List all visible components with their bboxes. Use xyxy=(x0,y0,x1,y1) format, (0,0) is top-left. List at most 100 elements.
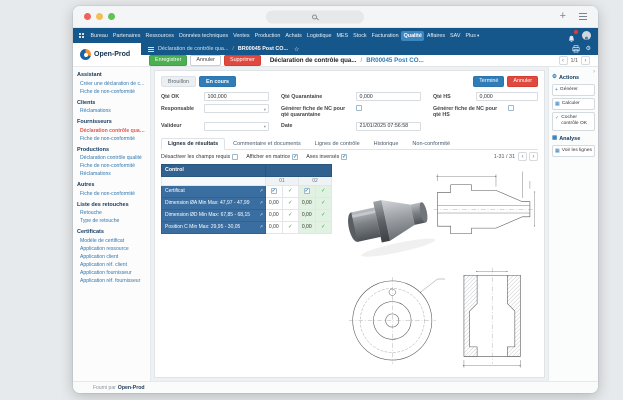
delete-button[interactable]: Supprimer xyxy=(223,54,261,67)
sidebar-item-fiche-nc-autres[interactable]: Fiche de non-conformité xyxy=(77,190,146,198)
sidebar-item-application-ref-client[interactable]: Application réf. client xyxy=(77,261,146,269)
previous-record-button[interactable]: ‹ xyxy=(558,56,568,65)
qty-hs-input[interactable]: 0,000 xyxy=(476,92,538,101)
matrix-cell[interactable]: 0,00 xyxy=(298,220,316,234)
generate-nc-quarantine-checkbox[interactable] xyxy=(356,105,362,111)
validator-select[interactable]: ▾ xyxy=(204,121,269,131)
nav-item-donnees-techniques[interactable]: Données techniques xyxy=(176,31,230,41)
nav-item-ressources[interactable]: Ressources xyxy=(143,31,176,41)
nav-item-achats[interactable]: Achats xyxy=(283,31,304,41)
nav-item-facturation[interactable]: Facturation xyxy=(369,31,401,41)
nav-item-production[interactable]: Production xyxy=(252,31,283,41)
sidebar-item-fiche-nc-assistant[interactable]: Fiche de non-conformité xyxy=(77,88,146,96)
matrix-cell[interactable]: 0,00 xyxy=(298,208,316,222)
apps-grid-icon[interactable] xyxy=(79,33,84,38)
sidebar-item-application-client[interactable]: Application client xyxy=(77,253,146,261)
notifications-bell-icon[interactable] xyxy=(567,30,578,43)
generate-button[interactable]: + Générer xyxy=(552,84,595,97)
tab-commentaire-et-documents[interactable]: Commentaire et documents xyxy=(227,139,307,149)
sidebar-item-type-retouche[interactable]: Type de retouche xyxy=(77,217,146,225)
status-pill-en-cours[interactable]: En cours xyxy=(198,76,237,87)
sidebar-item-fiche-nc-productions[interactable]: Fiche de non-conformité xyxy=(77,162,146,170)
tab-lignes-de-resultats[interactable]: Lignes de résultats xyxy=(161,137,226,150)
nav-item-partenaires[interactable]: Partenaires xyxy=(110,31,143,41)
browser-menu-icon[interactable] xyxy=(579,13,587,20)
view-lines-button[interactable]: ▦ Voir les lignes xyxy=(552,144,595,157)
nav-item-qualite[interactable]: Qualité xyxy=(401,30,425,41)
control-ok-cell[interactable]: ✓ xyxy=(314,220,332,234)
control-ok-cell[interactable]: ✓ xyxy=(314,208,332,222)
collapse-panel-icon[interactable]: › xyxy=(593,69,595,75)
maximize-window-button[interactable] xyxy=(108,13,115,20)
collapse-menu-icon[interactable] xyxy=(148,46,154,53)
tab-lignes-de-controle[interactable]: Lignes de contrôle xyxy=(309,139,366,149)
mark-done-button[interactable]: Terminé xyxy=(473,75,505,88)
open-record-icon[interactable]: ↗ xyxy=(259,224,263,230)
qty-quarantine-input[interactable]: 0,000 xyxy=(356,92,421,101)
sidebar-item-reclamations-clients[interactable]: Réclamations xyxy=(77,107,146,115)
nav-item-mes[interactable]: MES xyxy=(334,31,351,41)
nav-item-ventes[interactable]: Ventes xyxy=(231,31,253,41)
nav-item-plus[interactable]: Plus▾ xyxy=(463,31,482,41)
inverted-axes-checkbox[interactable] xyxy=(341,154,348,161)
app-logo[interactable]: Open-Prod xyxy=(73,43,141,67)
sidebar-item-modele-certificat[interactable]: Modèle de certificat xyxy=(77,237,146,245)
control-ok-cell[interactable]: ✓ xyxy=(281,220,299,234)
sidebar-item-reclamations-productions[interactable]: Réclamations xyxy=(77,170,146,178)
sidebar-item-declaration-controle-qualite-fournisseurs[interactable]: Déclaration contrôle qualité xyxy=(77,127,146,135)
status-pill-brouillon[interactable]: Brouillon xyxy=(161,76,196,87)
date-input[interactable]: 21/01/2025 07:56:58 xyxy=(356,121,421,131)
matrix-cell[interactable]: 0,00 xyxy=(298,196,316,210)
control-ok-cell[interactable]: ✓ xyxy=(281,196,299,210)
control-ok-cell[interactable]: ✓ xyxy=(314,196,332,210)
next-record-button[interactable]: › xyxy=(581,56,590,65)
lines-previous-button[interactable]: ‹ xyxy=(518,152,527,162)
cancel-record-button[interactable]: Annuler xyxy=(507,75,538,88)
qty-ok-input[interactable]: 100,000 xyxy=(204,92,269,101)
settings-gear-icon[interactable]: ⚙ xyxy=(586,46,591,52)
close-window-button[interactable] xyxy=(84,13,91,20)
matrix-cell[interactable] xyxy=(265,184,283,198)
nav-item-sav[interactable]: SAV xyxy=(448,31,463,41)
open-record-icon[interactable]: ↗ xyxy=(259,188,263,194)
calculate-button[interactable]: ▦ Calculer xyxy=(552,98,595,111)
certificate-checkbox[interactable] xyxy=(270,188,277,195)
discard-button[interactable]: Annuler xyxy=(190,54,221,67)
disable-required-checkbox[interactable] xyxy=(232,154,239,161)
matrix-cell[interactable] xyxy=(298,184,316,198)
check-controls-ok-button[interactable]: ✓ Cocher contrôle OK xyxy=(552,112,595,131)
open-record-icon[interactable]: ↗ xyxy=(259,200,263,206)
save-button[interactable]: Enregistrer xyxy=(149,54,188,67)
certificate-checkbox[interactable] xyxy=(303,188,310,195)
address-search-bar[interactable] xyxy=(265,10,364,23)
minimize-window-button[interactable] xyxy=(96,13,103,20)
sidebar-item-retouche[interactable]: Retouche xyxy=(77,209,146,217)
new-tab-icon[interactable]: + xyxy=(560,11,566,22)
matrix-view-checkbox[interactable] xyxy=(292,154,299,161)
user-avatar[interactable] xyxy=(582,31,591,40)
sidebar-item-fiche-nc-fournisseurs[interactable]: Fiche de non-conformité xyxy=(77,135,146,143)
favorite-star-icon[interactable]: ☆ xyxy=(294,46,299,53)
nav-item-stock[interactable]: Stock xyxy=(351,31,369,41)
sidebar-item-creer-declaration[interactable]: Créer une déclaration de c... xyxy=(77,80,146,88)
tab-historique[interactable]: Historique xyxy=(368,139,405,149)
control-ok-cell[interactable]: ✓ xyxy=(281,208,299,222)
tab-non-conformite[interactable]: Non-conformité xyxy=(406,139,456,149)
responsible-select[interactable]: ▾ xyxy=(204,104,269,113)
matrix-cell[interactable]: 0,00 xyxy=(265,208,283,222)
matrix-cell[interactable]: 0,00 xyxy=(265,196,283,210)
sidebar-item-application-ressource[interactable]: Application ressource xyxy=(77,245,146,253)
sidebar-item-declaration-controle-qualite-productions[interactable]: Déclaration contrôle qualité xyxy=(77,154,146,162)
sidebar-item-application-fournisseur[interactable]: Application fournisseur xyxy=(77,269,146,277)
matrix-cell[interactable]: 0,00 xyxy=(265,220,283,234)
control-ok-cell[interactable]: ✓ xyxy=(314,184,332,198)
nav-item-affaires[interactable]: Affaires xyxy=(424,31,447,41)
control-ok-cell[interactable]: ✓ xyxy=(281,184,299,198)
nav-item-bureau[interactable]: Bureau xyxy=(88,31,110,41)
lines-next-button[interactable]: › xyxy=(529,152,538,162)
generate-nc-hs-checkbox[interactable] xyxy=(508,105,514,111)
open-record-icon[interactable]: ↗ xyxy=(259,212,263,218)
sidebar-item-application-ref-fournisseur[interactable]: Application réf. fournisseur xyxy=(77,277,146,285)
breadcrumb-parent-link[interactable]: Déclaration de contrôle qua... xyxy=(158,46,228,52)
nav-item-logistique[interactable]: Logistique xyxy=(304,31,334,41)
